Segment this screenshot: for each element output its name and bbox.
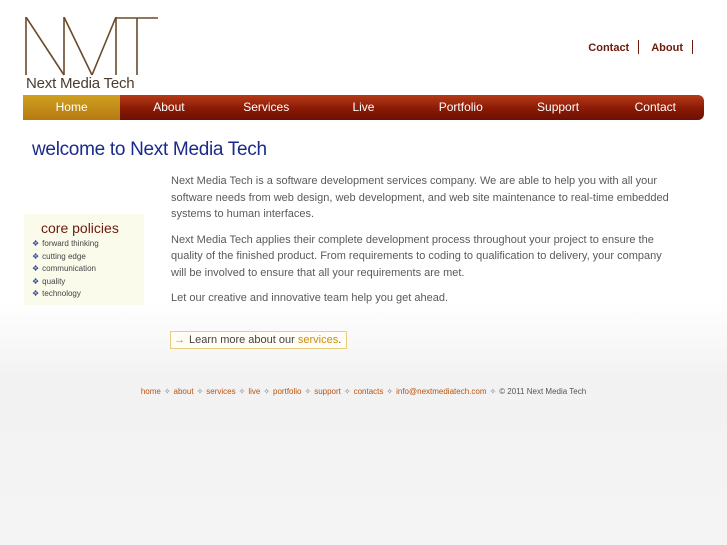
top-link-about[interactable]: About — [651, 42, 683, 54]
process-paragraph: Next Media Tech applies their complete d… — [171, 233, 662, 279]
nav-live[interactable]: Live — [315, 95, 412, 120]
footer-link-portfolio[interactable]: portfolio — [273, 387, 301, 396]
list-item: ❖ communication — [32, 264, 96, 274]
diamond-bullet-icon: ❖ — [32, 289, 40, 299]
nav-portfolio[interactable]: Portfolio — [412, 95, 509, 120]
services-link[interactable]: services — [298, 334, 338, 346]
top-links: Contact About — [588, 40, 705, 54]
separator-icon: ✧ — [263, 387, 271, 396]
nav-support[interactable]: Support — [509, 95, 606, 120]
nav-about[interactable]: About — [120, 95, 217, 120]
divider — [638, 40, 640, 54]
diamond-bullet-icon: ❖ — [32, 239, 40, 248]
core-policies-title: core policies — [41, 220, 119, 236]
main-content: Next Media Tech is a software developmen… — [171, 173, 676, 316]
footer: home ✧ about ✧ services ✧ live ✧ portfolio ✧ suppo… — [0, 387, 727, 396]
top-link-contact[interactable]: Contact — [588, 42, 629, 54]
site-logo[interactable]: Next Media Tech — [24, 17, 160, 93]
footer-link-email[interactable]: info@nextmediatech.com — [396, 387, 486, 396]
list-item: ❖ forward thinking — [32, 239, 99, 248]
footer-link-support[interactable]: support — [314, 387, 341, 396]
diamond-bullet-icon: ❖ — [32, 264, 40, 274]
separator-icon: ✧ — [343, 387, 351, 396]
list-item: ❖ quality — [32, 276, 66, 286]
intro-paragraph: Next Media Tech is a software developmen… — [171, 175, 669, 220]
nav-services[interactable]: Services — [218, 95, 315, 120]
core-policies-box: core policies ❖ forward thinking ❖ cutting… — [24, 214, 144, 305]
separator-icon: ✧ — [489, 387, 497, 396]
list-item: ❖ technology — [32, 289, 81, 299]
nav-home[interactable]: Home — [23, 95, 121, 120]
arrow-right-icon: → — [174, 334, 185, 346]
separator-icon: ✧ — [304, 387, 312, 396]
closing-paragraph: Let our creative and innovative team hel… — [171, 292, 449, 304]
nmt-monogram — [25, 17, 158, 76]
nav-contact[interactable]: Contact — [607, 95, 704, 120]
separator-icon: ✧ — [386, 387, 394, 396]
core-policies-list: ❖ forward thinking ❖ cutting edge ❖ communi… — [32, 238, 99, 301]
diamond-bullet-icon: ❖ — [32, 251, 40, 261]
separator-icon: ✧ — [196, 387, 204, 396]
main-nav: Home About Services Live Portfolio Suppo… — [23, 95, 704, 120]
separator-icon: ✧ — [163, 387, 171, 396]
list-item: ❖ cutting edge — [32, 251, 86, 261]
learn-more-box: → Learn more about our services. — [170, 331, 348, 349]
page-title: welcome to Next Media Tech — [32, 139, 267, 160]
footer-link-live[interactable]: live — [248, 387, 260, 396]
divider — [692, 40, 693, 54]
separator-icon: ✧ — [238, 387, 246, 396]
footer-link-contacts[interactable]: contacts — [354, 387, 384, 396]
logo-text: Next Media Tech — [26, 75, 135, 92]
diamond-bullet-icon: ❖ — [32, 276, 40, 286]
footer-link-services[interactable]: services — [206, 387, 235, 396]
footer-link-about[interactable]: about — [174, 387, 194, 396]
footer-link-home[interactable]: home — [141, 387, 161, 396]
copyright: © 2011 Next Media Tech — [499, 387, 587, 396]
